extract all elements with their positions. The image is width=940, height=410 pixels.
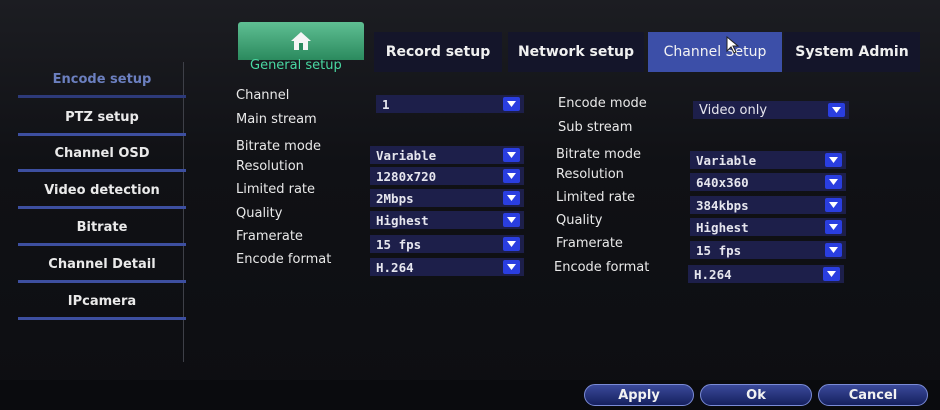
main-quality-label: Quality: [236, 206, 283, 221]
home-icon: [291, 32, 311, 50]
main-resolution-value: 1280x720: [376, 168, 437, 184]
encode-mode-label: Encode mode: [558, 96, 647, 111]
main-encode-format-label: Encode format: [236, 252, 332, 267]
sidebar-item-ptz-setup[interactable]: PTZ setup: [18, 102, 186, 136]
sub-resolution-label: Resolution: [556, 167, 624, 182]
chevron-down-icon: [503, 213, 520, 227]
sidebar-item-channel-osd[interactable]: Channel OSD: [18, 138, 186, 172]
main-encode-format-value: H.264: [376, 259, 414, 275]
sub-stream-label: Sub stream: [558, 120, 633, 135]
sub-quality-label: Quality: [556, 213, 603, 228]
chevron-down-icon: [825, 243, 842, 257]
channel-select[interactable]: 1: [376, 95, 524, 113]
sub-limited-rate-select[interactable]: 384kbps: [690, 196, 846, 214]
channel-label: Channel: [236, 88, 290, 103]
main-framerate-label: Framerate: [236, 229, 303, 244]
main-bitrate-mode-value: Variable: [376, 147, 437, 163]
main-stream-label: Main stream: [236, 112, 317, 127]
sidebar-item-video-detection[interactable]: Video detection: [18, 175, 186, 209]
chevron-down-icon: [503, 191, 520, 205]
sidebar: Encode setup PTZ setup Channel OSD Video…: [8, 62, 186, 362]
main-encode-format-select[interactable]: H.264: [370, 258, 524, 276]
sub-framerate-value: 15 fps: [696, 242, 742, 258]
sub-bitrate-mode-label: Bitrate mode: [556, 147, 642, 162]
chevron-down-icon: [503, 237, 520, 251]
section-title: General setup: [250, 58, 342, 73]
main-quality-value: Highest: [376, 212, 429, 228]
tab-channel-setup[interactable]: Channel Setup: [648, 32, 782, 72]
sidebar-item-ipcamera[interactable]: IPcamera: [18, 286, 186, 320]
sub-encode-format-select[interactable]: H.264: [688, 265, 844, 283]
sidebar-item-bitrate[interactable]: Bitrate: [18, 212, 186, 246]
main-bitrate-mode-label: Bitrate mode: [236, 139, 322, 154]
chevron-down-icon: [825, 220, 842, 234]
main-quality-select[interactable]: Highest: [370, 211, 524, 229]
tab-system-admin[interactable]: System Admin: [784, 32, 920, 72]
main-resolution-label: Resolution: [236, 159, 304, 174]
main-limited-rate-label: Limited rate: [236, 182, 316, 197]
sidebar-item-encode-setup[interactable]: Encode setup: [18, 64, 186, 98]
channel-value: 1: [382, 96, 390, 112]
ok-button[interactable]: Ok: [700, 384, 812, 406]
sub-limited-rate-value: 384kbps: [696, 197, 749, 213]
main-framerate-select[interactable]: 15 fps: [370, 235, 524, 253]
sub-resolution-value: 640x360: [696, 174, 749, 190]
chevron-down-icon: [825, 175, 842, 189]
tab-network-setup[interactable]: Network setup: [508, 32, 644, 72]
sub-quality-select[interactable]: Highest: [690, 218, 846, 236]
chevron-down-icon: [503, 260, 520, 274]
chevron-down-icon: [825, 153, 842, 167]
chevron-down-icon: [503, 169, 520, 183]
sub-limited-rate-label: Limited rate: [556, 190, 636, 205]
sub-bitrate-mode-select[interactable]: Variable: [690, 151, 846, 169]
tab-record-setup[interactable]: Record setup: [374, 32, 502, 72]
main-framerate-value: 15 fps: [376, 236, 422, 252]
top-navigation: Record setup Network setup Channel Setup…: [0, 14, 940, 72]
sub-framerate-label: Framerate: [556, 236, 623, 251]
encode-mode-select[interactable]: Video only: [693, 101, 849, 119]
sub-quality-value: Highest: [696, 219, 749, 235]
main-limited-rate-select[interactable]: 2Mbps: [370, 189, 524, 207]
main-bitrate-mode-select[interactable]: Variable: [370, 146, 524, 164]
sub-framerate-select[interactable]: 15 fps: [690, 241, 846, 259]
chevron-down-icon: [503, 148, 520, 162]
sidebar-item-channel-detail[interactable]: Channel Detail: [18, 249, 186, 283]
home-tab[interactable]: [238, 22, 364, 60]
chevron-down-icon: [825, 198, 842, 212]
chevron-down-icon: [828, 103, 845, 117]
mouse-cursor-icon: [726, 36, 740, 54]
chevron-down-icon: [503, 97, 520, 111]
main-limited-rate-value: 2Mbps: [376, 190, 414, 206]
apply-button[interactable]: Apply: [584, 384, 694, 406]
cancel-button[interactable]: Cancel: [818, 384, 928, 406]
main-resolution-select[interactable]: 1280x720: [370, 167, 524, 185]
sub-bitrate-mode-value: Variable: [696, 152, 757, 168]
chevron-down-icon: [823, 267, 840, 281]
dvr-screen: Record setup Network setup Channel Setup…: [0, 0, 940, 410]
sub-encode-format-value: H.264: [694, 266, 732, 282]
encode-mode-value: Video only: [699, 102, 768, 118]
sub-resolution-select[interactable]: 640x360: [690, 173, 846, 191]
sub-encode-format-label: Encode format: [554, 260, 650, 275]
